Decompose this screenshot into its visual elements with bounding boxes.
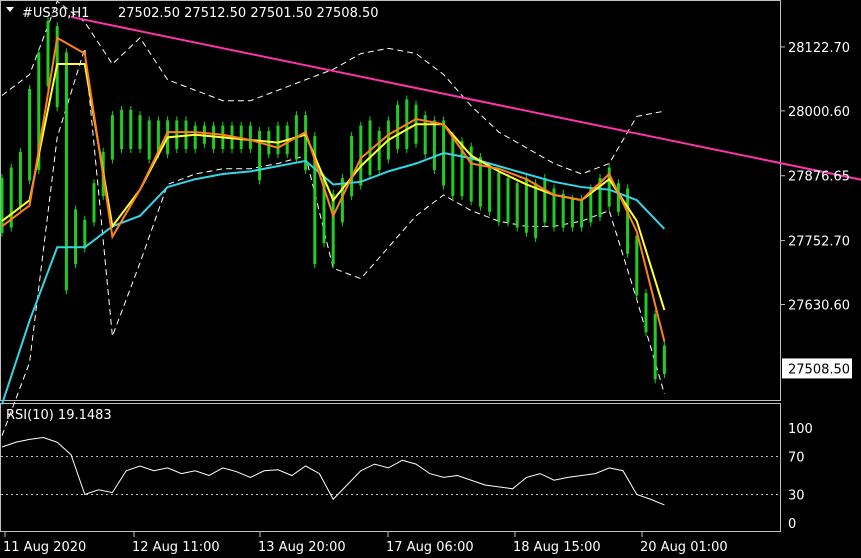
ohlc-values: 27502.50 27512.50 27501.50 27508.50 (118, 6, 379, 21)
candle-body-9 (83, 219, 87, 249)
candle-body-72 (662, 345, 666, 375)
price-label-1: 28000.60 (788, 105, 850, 120)
candle-body-10 (92, 183, 96, 223)
current-price-tag: 27508.50 (782, 358, 852, 379)
candle-body-5 (46, 20, 50, 87)
symbol-timeframe: #US30,H1 (22, 6, 89, 21)
candle-body-68 (626, 188, 630, 254)
candle-body-8 (74, 209, 78, 265)
candle-body-19 (175, 120, 179, 150)
candle-body-53 (488, 167, 492, 212)
candle-body-40 (368, 120, 372, 176)
candle-body-15 (138, 115, 142, 150)
candle-body-16 (147, 120, 151, 160)
candle-body-63 (580, 198, 584, 228)
candle-body-2 (18, 151, 22, 207)
candle-body-13 (120, 109, 124, 150)
time-label-4: 18 Aug 15:00 (513, 540, 601, 555)
price-label-0: 28122.70 (788, 41, 850, 56)
candle-body-7 (64, 52, 68, 291)
price-chart[interactable]: 28122.70 28000.60 27876.65 27752.70 27630.60… (0, 0, 861, 558)
candle-body-70 (644, 293, 648, 333)
candle-body-56 (515, 183, 519, 228)
candle-body-62 (570, 198, 574, 228)
candle-body-58 (534, 183, 538, 239)
price-label-4: 27630.60 (788, 299, 850, 314)
time-label-3: 17 Aug 06:00 (386, 540, 474, 555)
rsi-axis-label-1: 70 (788, 451, 805, 466)
candle-body-43 (396, 104, 400, 150)
candle-body-71 (653, 314, 657, 380)
candle-body-28 (258, 130, 262, 181)
time-label-2: 13 Aug 20:00 (258, 540, 346, 555)
candle-body-36 (331, 193, 335, 265)
rsi-axis-label-3: 0 (788, 517, 796, 532)
price-label-2: 27876.65 (788, 170, 850, 185)
candle-body-27 (248, 125, 252, 150)
candle-body-38 (350, 136, 354, 197)
chart-header: #US30,H1 27502.50 27512.50 27501.50 2750… (6, 6, 379, 21)
candle-body-21 (193, 125, 197, 150)
rsi-axis-label-2: 30 (788, 489, 805, 504)
candle-body-69 (635, 235, 639, 296)
candle-body-61 (561, 193, 565, 228)
candle-body-57 (524, 177, 528, 233)
rsi-axis-label-0: 100 (788, 422, 813, 437)
time-label-0: 11 Aug 2020 (3, 540, 86, 555)
rsi-label: RSI(10) 19.1483 (6, 408, 112, 423)
candle-body-39 (359, 125, 363, 186)
candle-body-12 (110, 115, 114, 160)
candle-body-49 (451, 136, 455, 197)
price-label-3: 27752.70 (788, 235, 850, 250)
time-label-5: 20 Aug 01:00 (640, 540, 728, 555)
candle-body-47 (432, 120, 436, 170)
current-price-label: 27508.50 (788, 362, 850, 377)
candle-body-14 (129, 109, 133, 150)
candle-body-30 (276, 125, 280, 155)
time-label-1: 12 Aug 11:00 (132, 540, 220, 555)
candle-body-3 (28, 88, 32, 181)
candle-body-55 (506, 177, 510, 223)
candle-body-54 (497, 172, 501, 223)
candle-body-59 (543, 177, 547, 223)
